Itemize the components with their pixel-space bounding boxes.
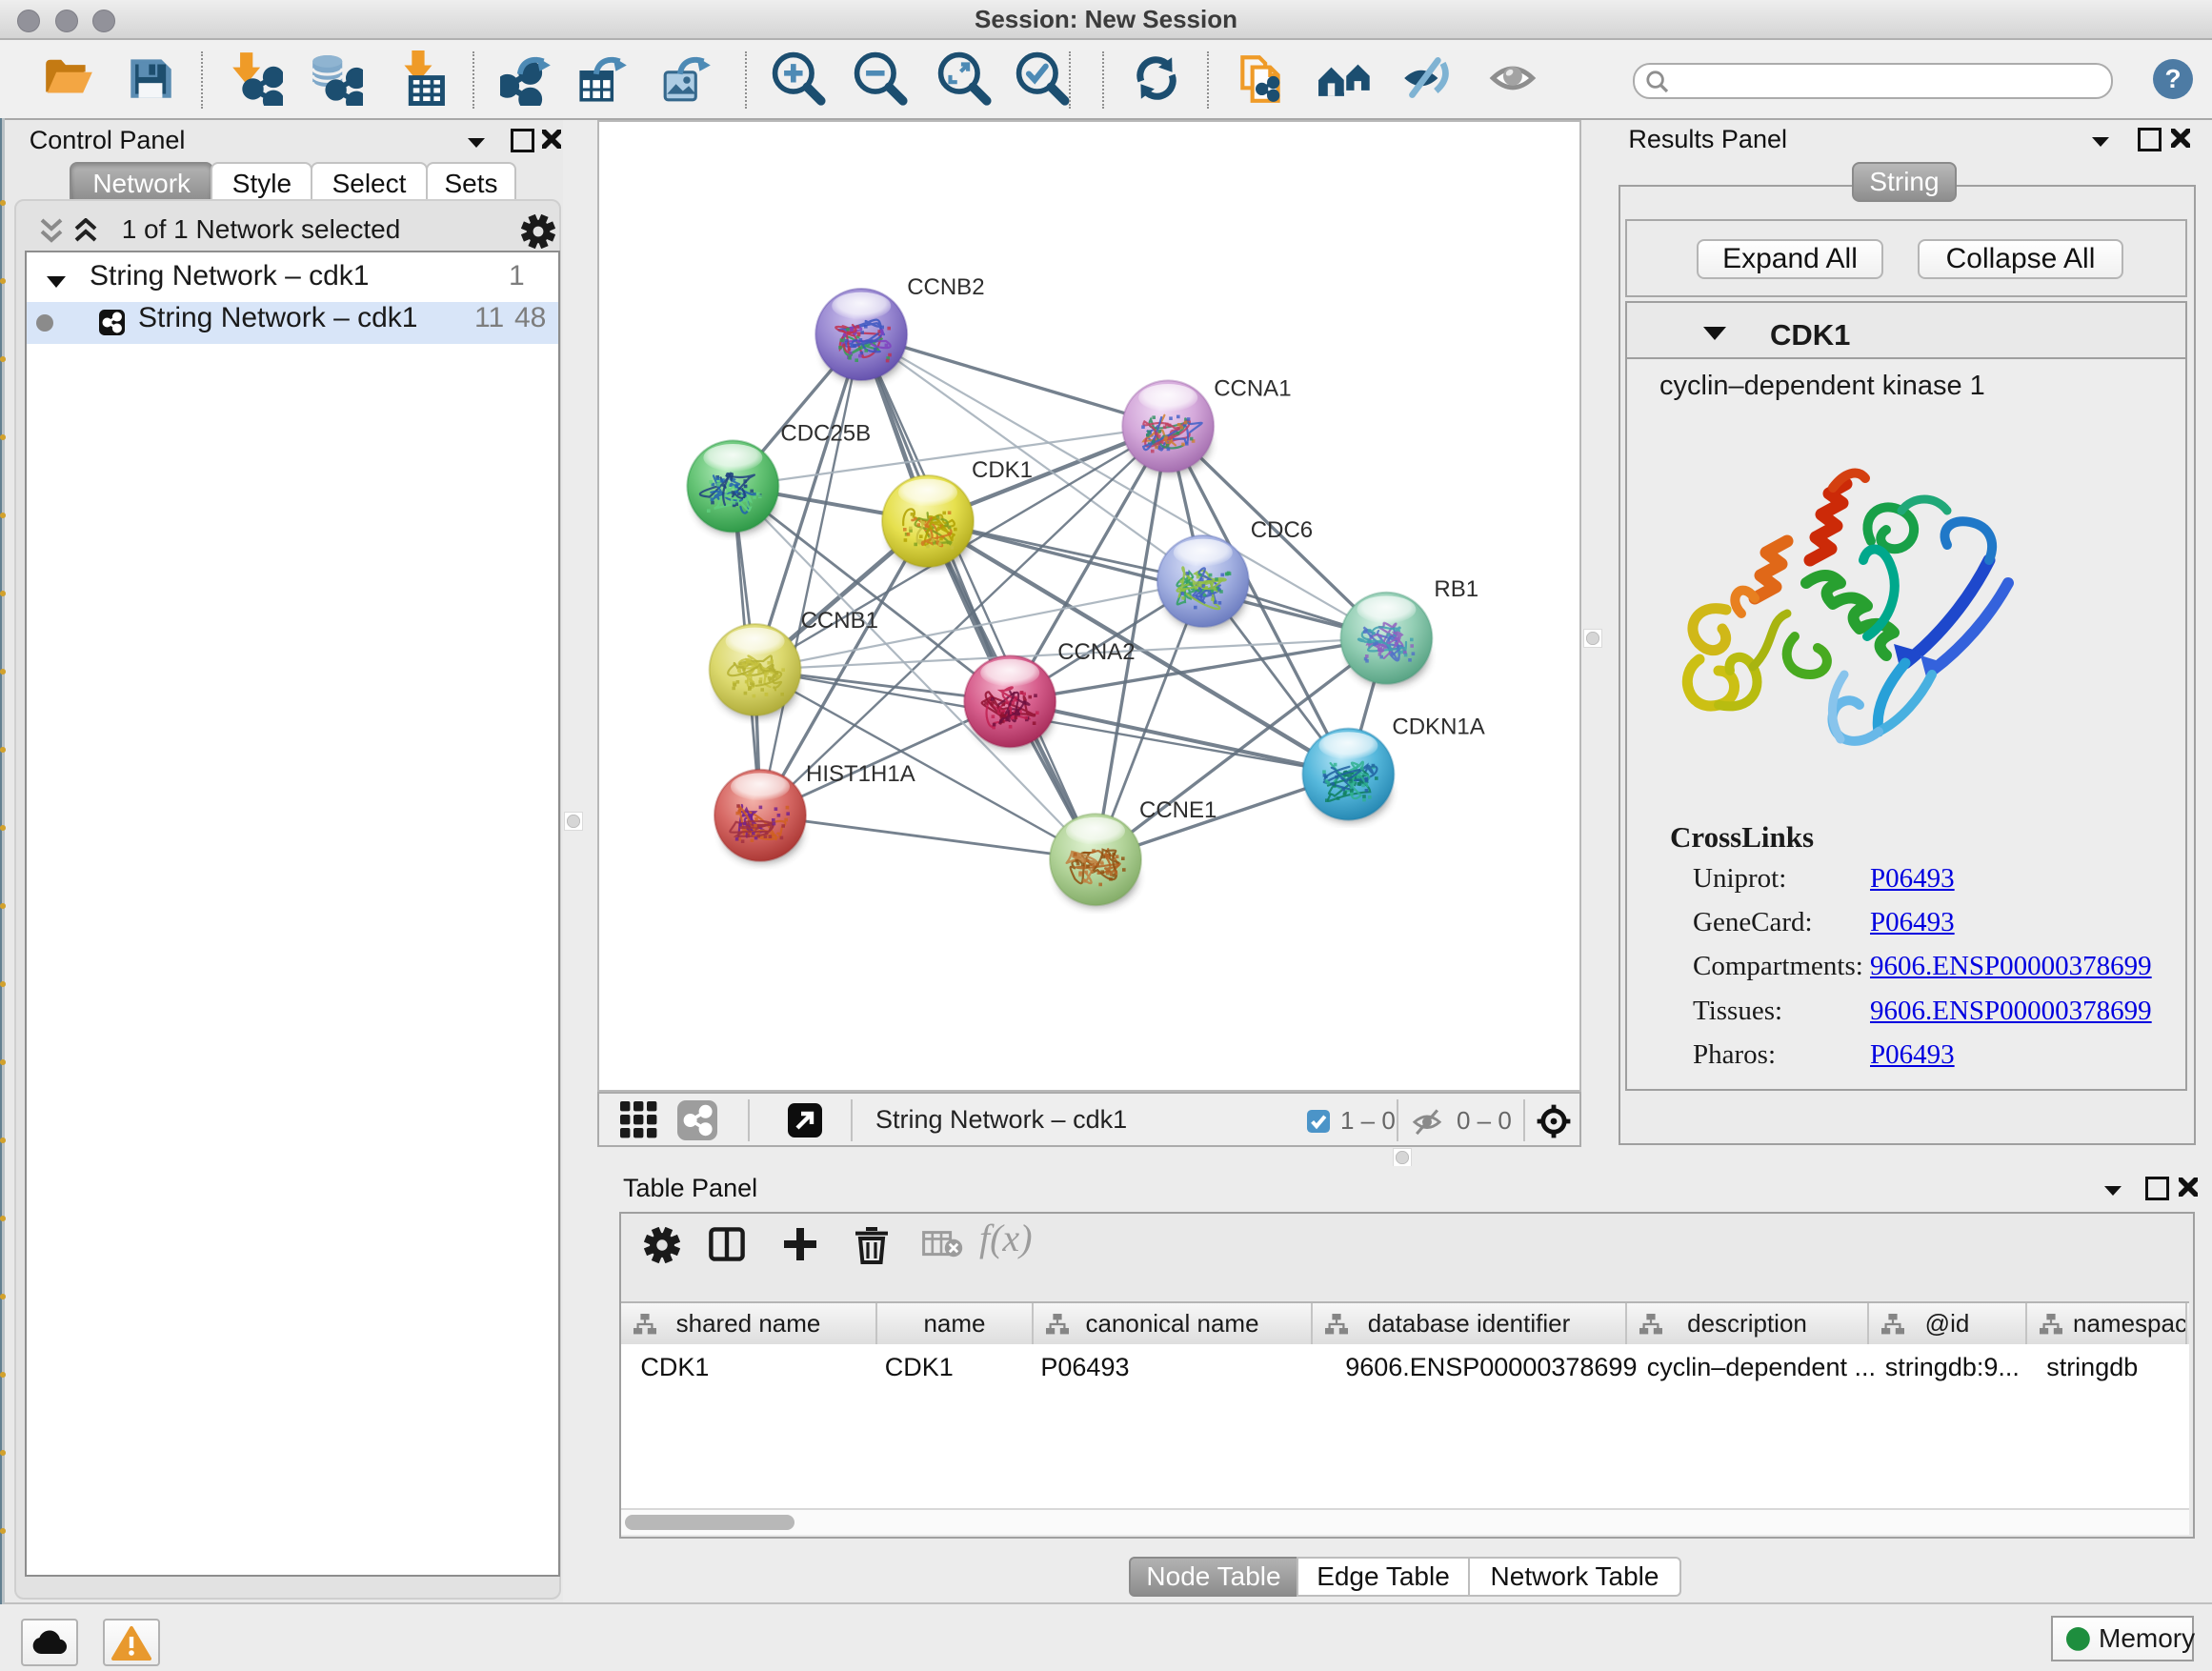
svg-text:CDC25B: CDC25B	[780, 420, 871, 446]
svg-text:HIST1H1A: HIST1H1A	[806, 761, 915, 787]
svg-text:CDK1: CDK1	[972, 457, 1033, 483]
svg-text:CCNA2: CCNA2	[1057, 639, 1135, 665]
svg-text:CCNB1: CCNB1	[801, 608, 878, 634]
svg-text:CDC6: CDC6	[1251, 517, 1313, 543]
svg-text:RB1: RB1	[1434, 576, 1478, 602]
svg-text:CCNA1: CCNA1	[1214, 375, 1291, 401]
svg-text:CCNB2: CCNB2	[907, 274, 984, 300]
svg-text:CDKN1A: CDKN1A	[1392, 715, 1484, 740]
svg-text:CCNE1: CCNE1	[1139, 797, 1217, 823]
